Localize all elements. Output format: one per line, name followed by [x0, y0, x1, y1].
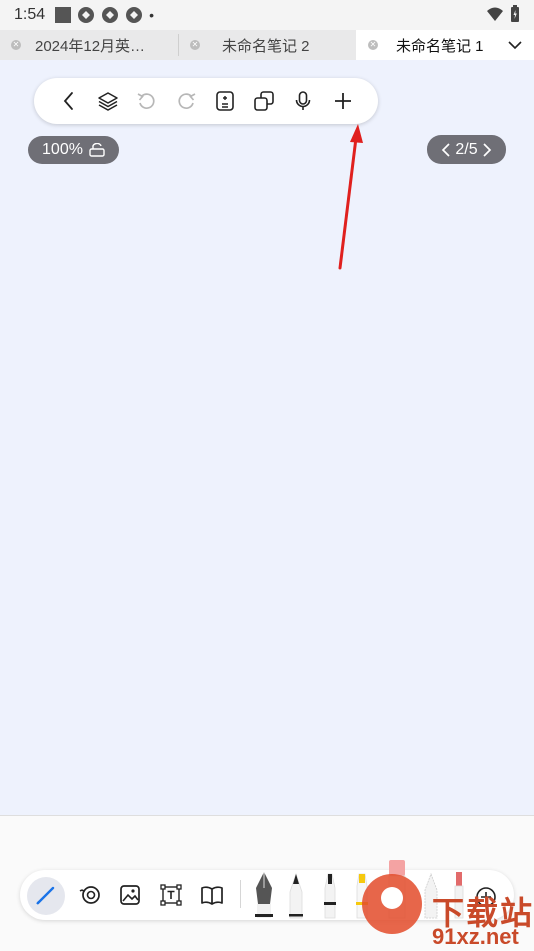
- app-notification-icon: [78, 7, 95, 23]
- status-time: 1:54: [14, 6, 46, 23]
- battery-icon: [511, 5, 519, 22]
- note-canvas[interactable]: [0, 62, 534, 814]
- text-box-icon[interactable]: [159, 883, 183, 907]
- tab-bar: ✕ 2024年12月英… ✕ 未命名笔记 2 ✕ 未命名笔记 1: [0, 30, 534, 60]
- previous-page-icon[interactable]: [441, 142, 451, 158]
- book-icon[interactable]: [200, 883, 224, 907]
- status-right: [486, 5, 520, 23]
- add-icon[interactable]: [332, 90, 354, 112]
- image-icon[interactable]: [118, 883, 142, 907]
- more-notifications-dot: •: [149, 7, 155, 23]
- watermark-text-bottom: 91xz.net: [432, 924, 519, 949]
- tab-label: 未命名笔记 2: [222, 37, 310, 55]
- app-notification-icon: [126, 7, 143, 23]
- lasso-icon[interactable]: [78, 883, 102, 907]
- undo-icon[interactable]: [136, 90, 158, 112]
- page-calc-icon[interactable]: [214, 90, 236, 112]
- zoom-label: 100%: [42, 141, 83, 158]
- status-bar: 1:54 •: [0, 0, 534, 30]
- page-navigator: 2/5: [427, 135, 506, 164]
- tab-english-note[interactable]: ✕ 2024年12月英…: [0, 30, 178, 60]
- unlock-icon: [89, 143, 105, 157]
- marker-icon[interactable]: [320, 870, 340, 920]
- next-page-icon[interactable]: [482, 142, 492, 158]
- close-tab-icon[interactable]: ✕: [190, 40, 200, 50]
- redo-icon[interactable]: [175, 90, 197, 112]
- back-icon[interactable]: [58, 90, 80, 112]
- wifi-icon: [487, 7, 503, 21]
- tab-label: 2024年12月英…: [35, 37, 146, 55]
- app-notification-icon: [102, 7, 119, 23]
- pen-icon[interactable]: [34, 883, 58, 907]
- site-watermark: 9 下载站 91xz.net: [352, 862, 534, 950]
- microphone-icon[interactable]: [292, 90, 314, 112]
- tab-untitled-1[interactable]: ✕ 未命名笔记 1: [356, 30, 534, 60]
- top-toolbar: [34, 78, 378, 124]
- tab-label: 未命名笔记 1: [396, 37, 484, 55]
- tab-untitled-2[interactable]: ✕ 未命名笔记 2: [179, 30, 355, 60]
- pencil-icon[interactable]: [286, 870, 306, 920]
- copy-icon[interactable]: [253, 90, 275, 112]
- chevron-down-icon[interactable]: [508, 40, 522, 50]
- close-tab-icon[interactable]: ✕: [368, 40, 378, 50]
- annotation-arrow: [338, 124, 363, 270]
- page-count-label: 2/5: [455, 140, 478, 158]
- notification-square-icon: [55, 7, 72, 23]
- toolbar-divider: [240, 880, 241, 908]
- fountain-pen-icon[interactable]: [252, 870, 276, 920]
- close-tab-icon[interactable]: ✕: [11, 40, 21, 50]
- layers-icon[interactable]: [97, 90, 119, 112]
- status-icons: •: [55, 6, 154, 24]
- zoom-indicator[interactable]: 100%: [28, 136, 119, 164]
